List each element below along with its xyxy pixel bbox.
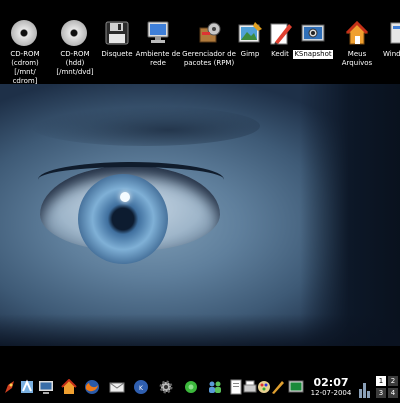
desktop-icon-label: Kedit [271, 50, 289, 58]
eyelashes [38, 162, 224, 197]
konqueror-icon[interactable] [19, 379, 35, 395]
floppy-icon [103, 20, 131, 46]
eyebrow-shading [30, 106, 260, 146]
kde-icon[interactable]: K [133, 379, 149, 395]
terminal-icon[interactable] [288, 379, 304, 395]
desktop-icon-cdrom-hdd[interactable]: CD-ROM (hdd) [/mnt/dvd] [50, 20, 100, 77]
network-monitor-icon [144, 20, 172, 46]
desktop-icon-cdrom[interactable]: CD-ROM (cdrom) [/mnt/ cdrom] [0, 20, 50, 86]
pager-desktop-2[interactable]: 2 [388, 376, 398, 386]
desktop-icon-rpm[interactable]: Gerenciador de pacotes (RPM) [181, 20, 237, 68]
cdrom-icon [11, 20, 39, 46]
clock-time: 02:07 [313, 376, 349, 389]
lower-shading [0, 314, 400, 346]
desktop[interactable]: CD-ROM (cdrom) [/mnt/ cdrom] CD-ROM (hdd… [0, 0, 400, 400]
users-icon[interactable] [207, 379, 223, 395]
kedit-icon [266, 20, 294, 46]
wallpaper-eye-image [0, 84, 400, 346]
desktop-icon-label-selected: KSnapshot [293, 50, 333, 59]
desktop-icon-label: Gimp [240, 50, 260, 58]
desktop-icon-meus-arquivos[interactable]: Meus Arquivos [332, 20, 382, 68]
pencil-icon[interactable] [270, 379, 286, 395]
desktop-icon-label: Gerenciador de pacotes (RPM) [182, 50, 236, 67]
firefox-icon[interactable] [84, 379, 100, 395]
system-monitor-icon[interactable] [358, 377, 372, 399]
home-icon[interactable] [61, 378, 77, 395]
desktop-icon-label: Ambiente de rede [135, 50, 181, 67]
camera-icon [299, 20, 327, 46]
desktop-icon-label: CD-ROM (hdd) [/mnt/dvd] [56, 50, 94, 76]
desktop-icon-rede[interactable]: Ambiente de rede [133, 20, 183, 68]
pager-desktop-3[interactable]: 3 [376, 388, 386, 398]
gear-icon[interactable] [158, 379, 174, 395]
package-manager-icon [195, 20, 223, 46]
mail-icon[interactable] [109, 379, 125, 395]
desktop-icon-ksnapshot[interactable]: KSnapshot [293, 20, 333, 59]
desktop-icon-label: Wind [383, 50, 400, 58]
clock-date: 12-07-2004 [310, 389, 352, 397]
desktop-icon-kedit[interactable]: Kedit [264, 20, 296, 59]
desktop-icon-label: CD-ROM (cdrom) [/mnt/ cdrom] [10, 50, 40, 85]
window-icon [384, 20, 400, 46]
kde-flower-icon[interactable] [183, 379, 199, 395]
desktop-pager: 1 2 3 4 [376, 376, 400, 400]
desktop-icon-gimp[interactable]: Gimp [232, 20, 268, 59]
desktop-icon-windows[interactable]: Wind [380, 20, 400, 59]
pager-desktop-1[interactable]: 1 [376, 376, 386, 386]
desktop-icon-bar: CD-ROM (cdrom) [/mnt/ cdrom] CD-ROM (hdd… [0, 20, 400, 86]
rocket-icon[interactable] [2, 379, 18, 395]
gimp-icon [236, 20, 264, 46]
hair-shading [300, 84, 400, 346]
pager-desktop-4[interactable]: 4 [388, 388, 398, 398]
cdrom-icon [61, 20, 89, 46]
monitor-icon[interactable] [38, 379, 54, 395]
desktop-icon-label: Meus Arquivos [341, 50, 373, 67]
home-icon [343, 20, 371, 46]
panel-clock[interactable]: 02:07 12-07-2004 [306, 376, 356, 398]
